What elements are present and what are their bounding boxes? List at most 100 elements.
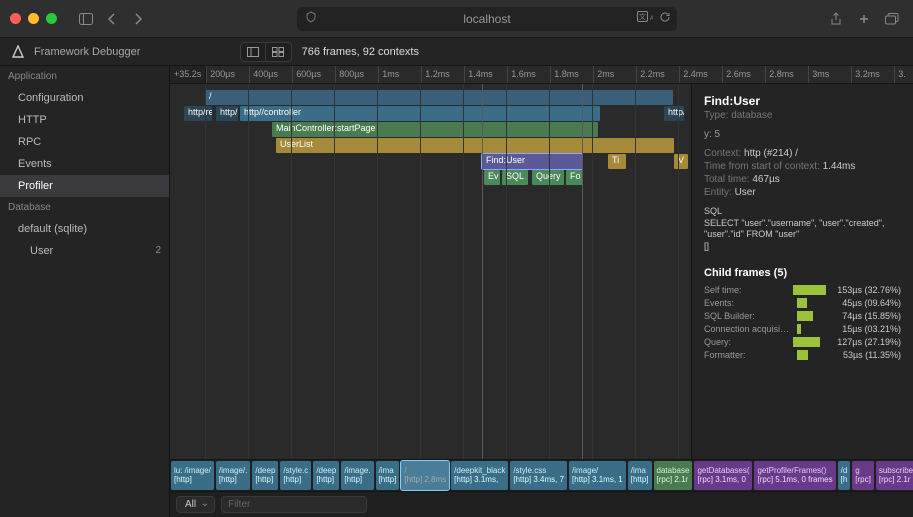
contexts-strip[interactable]: lu: /image/[http]/image/.[http]/deep[htt… xyxy=(170,459,913,491)
context-chip[interactable]: g[rpc] xyxy=(852,461,874,490)
url-bar[interactable]: localhost 文A xyxy=(297,7,677,31)
context-chip[interactable]: /ima[http] xyxy=(376,461,400,490)
shield-icon xyxy=(305,11,317,26)
details-sql: SELECT "user"."username", "user"."create… xyxy=(704,218,901,241)
ruler-offset: +35.2s xyxy=(170,66,206,83)
ruler-tick: 1.4ms xyxy=(464,66,493,83)
ruler-tick: 3.2ms xyxy=(851,66,880,83)
sidebar-item-configuration[interactable]: Configuration xyxy=(0,87,169,109)
sidebar-toggle-icon[interactable] xyxy=(75,9,97,29)
reader-icon[interactable]: 文A xyxy=(637,11,653,26)
titlebar: localhost 文A xyxy=(0,0,913,38)
ruler-tick: 1ms xyxy=(378,66,399,83)
ruler-tick: 2.8ms xyxy=(765,66,794,83)
sidebar-item-http[interactable]: HTTP xyxy=(0,109,169,131)
ruler-tick: 2.4ms xyxy=(679,66,708,83)
reload-icon[interactable] xyxy=(659,11,671,26)
filter-input[interactable] xyxy=(221,496,367,513)
minimize-window-icon[interactable] xyxy=(28,13,39,24)
context-chip[interactable]: subscribe[rpc] 2.1r xyxy=(876,461,913,490)
context-chip[interactable]: /deep[http] xyxy=(252,461,278,490)
flame-graph[interactable]: / http/re http/ http//controller http/ M… xyxy=(170,84,691,459)
context-chip[interactable]: getProfilerFrames()[rpc] 5.1ms, 0 frames xyxy=(754,461,835,490)
child-frame-row: Query: 127µs (27.19%) xyxy=(704,337,901,347)
frame-http-pre[interactable]: http/re xyxy=(184,106,212,121)
context-chip[interactable]: /[http] 2.8ms xyxy=(401,461,449,490)
sidebar-heading-database: Database xyxy=(0,197,169,218)
window-controls xyxy=(10,13,57,24)
share-icon[interactable] xyxy=(825,9,847,29)
context-chip[interactable]: /deep[http] xyxy=(313,461,339,490)
context-chip[interactable]: /ima[http] xyxy=(628,461,652,490)
context-chip[interactable]: lu: /image/[http] xyxy=(171,461,214,490)
ruler-tick: 800µs xyxy=(335,66,364,83)
frames-info: 766 frames, 92 contexts xyxy=(302,46,419,58)
frame-http-post[interactable]: http/ xyxy=(664,106,684,121)
svg-text:A: A xyxy=(650,16,653,22)
context-chip[interactable]: /style.css[http] 3.4ms, 7 xyxy=(510,461,567,490)
forward-icon[interactable] xyxy=(127,9,149,29)
child-frame-row: SQL Builder: 74µs (15.85%) xyxy=(704,311,901,321)
ruler-tick: 2ms xyxy=(593,66,614,83)
child-frame-row: Events: 45µs (09.64%) xyxy=(704,298,901,308)
tabs-icon[interactable] xyxy=(881,9,903,29)
ruler-tick: 1.6ms xyxy=(507,66,536,83)
ruler-tick: 1.8ms xyxy=(550,66,579,83)
context-chip[interactable]: /style.c[http] xyxy=(280,461,311,490)
sidebar-heading-application: Application xyxy=(0,66,169,87)
app-title: Framework Debugger xyxy=(34,46,140,58)
sidebar-item-rpc[interactable]: RPC xyxy=(0,131,169,153)
child-frame-row: Connection acquisition: 15µs (03.21%) xyxy=(704,324,901,334)
context-chip[interactable]: /image/.[http] xyxy=(216,461,250,490)
details-title: Find:User xyxy=(704,94,901,108)
frame-sub-events[interactable]: Ev xyxy=(484,170,500,185)
app-header: Framework Debugger 766 frames, 92 contex… xyxy=(0,38,913,66)
ruler-tick: 2.2ms xyxy=(636,66,665,83)
child-frame-row: Formatter: 53µs (11.35%) xyxy=(704,350,901,360)
child-frame-row: Self time: 153µs (32.76%) xyxy=(704,285,901,295)
details-type: Type: database xyxy=(704,110,901,121)
close-window-icon[interactable] xyxy=(10,13,21,24)
ruler-tick: 1.2ms xyxy=(421,66,450,83)
view-list-button[interactable] xyxy=(240,42,266,62)
frame-userlist[interactable]: UserList xyxy=(276,138,674,153)
context-chip[interactable]: /deepkit_black[http] 3.1ms, xyxy=(451,461,508,490)
details-sql-params: [] xyxy=(704,241,901,253)
frame-sub-formatter[interactable]: Fo xyxy=(566,170,582,185)
new-tab-icon[interactable] xyxy=(853,9,875,29)
context-chip[interactable]: /d[h xyxy=(838,461,851,490)
ruler-tick: 3. xyxy=(894,66,906,83)
context-chip[interactable]: database[rpc] 2.1r xyxy=(654,461,693,490)
frame-sub-query[interactable]: Query xyxy=(532,170,564,185)
svg-text:文: 文 xyxy=(639,12,646,21)
view-grid-button[interactable] xyxy=(266,42,292,62)
frame-template-1[interactable]: Ti xyxy=(608,154,626,169)
frame-http[interactable]: http/ xyxy=(216,106,238,121)
filter-bar: All xyxy=(170,491,913,517)
sidebar-badge: 2 xyxy=(155,245,161,257)
url-text: localhost xyxy=(463,12,510,26)
time-ruler[interactable]: +35.2s 200µs400µs600µs800µs1ms1.2ms1.4ms… xyxy=(170,66,913,84)
context-chip[interactable]: /image.[http] xyxy=(341,461,373,490)
details-y: y: 5 xyxy=(704,129,901,140)
frame-root[interactable]: / xyxy=(205,90,673,105)
context-chip[interactable]: getDatabases([rpc] 3.1ms, 0 xyxy=(694,461,752,490)
sidebar-item-db-user[interactable]: User2 xyxy=(0,240,169,262)
app-logo-icon xyxy=(8,42,28,62)
sidebar: Application Configuration HTTP RPC Event… xyxy=(0,66,170,517)
details-panel: Find:User Type: database y: 5 Context: h… xyxy=(691,84,913,459)
frame-template-2[interactable]: V xyxy=(674,154,688,169)
ruler-tick: 3ms xyxy=(808,66,829,83)
sidebar-item-events[interactable]: Events xyxy=(0,153,169,175)
context-chip[interactable]: /image/[http] 3.1ms, 1 xyxy=(569,461,626,490)
ruler-tick: 2.6ms xyxy=(722,66,751,83)
back-icon[interactable] xyxy=(101,9,123,29)
child-frames-heading: Child frames (5) xyxy=(704,267,901,279)
sidebar-item-db-default[interactable]: default (sqlite) xyxy=(0,218,169,240)
ruler-tick: 400µs xyxy=(249,66,278,83)
sidebar-item-profiler[interactable]: Profiler xyxy=(0,175,169,197)
filter-mode-select[interactable]: All xyxy=(176,496,215,513)
maximize-window-icon[interactable] xyxy=(46,13,57,24)
frame-find-user[interactable]: Find:User xyxy=(482,154,582,169)
ruler-tick: 600µs xyxy=(292,66,321,83)
